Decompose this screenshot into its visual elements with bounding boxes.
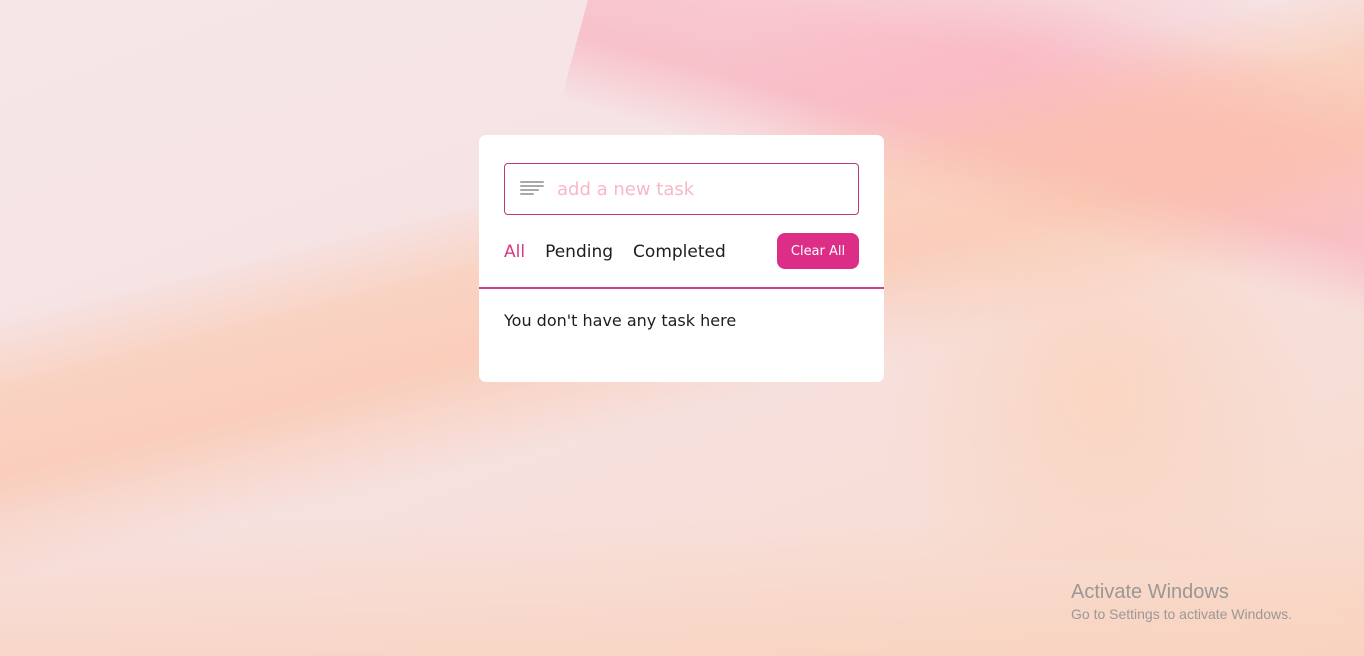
watermark-title: Activate Windows [1071, 581, 1229, 603]
filter-tabs: All Pending Completed [504, 239, 746, 265]
watermark-subtitle: Go to Settings to activate Windows. [1071, 606, 1292, 622]
activate-windows-watermark: Activate Windows Go to Settings to activ… [1071, 580, 1292, 624]
background-peach-wash [880, 140, 1320, 560]
filter-completed[interactable]: Completed [633, 242, 726, 262]
clear-all-button[interactable]: Clear All [777, 233, 859, 269]
empty-task-message: You don't have any task here [504, 311, 737, 330]
filter-pending[interactable]: Pending [545, 242, 613, 262]
divider [479, 287, 884, 289]
filter-all[interactable]: All [504, 242, 525, 262]
menu-lines-icon [520, 181, 544, 197]
task-input[interactable] [557, 164, 847, 214]
todo-card: All Pending Completed Clear All You don'… [479, 135, 884, 382]
task-input-wrapper[interactable] [504, 163, 859, 215]
